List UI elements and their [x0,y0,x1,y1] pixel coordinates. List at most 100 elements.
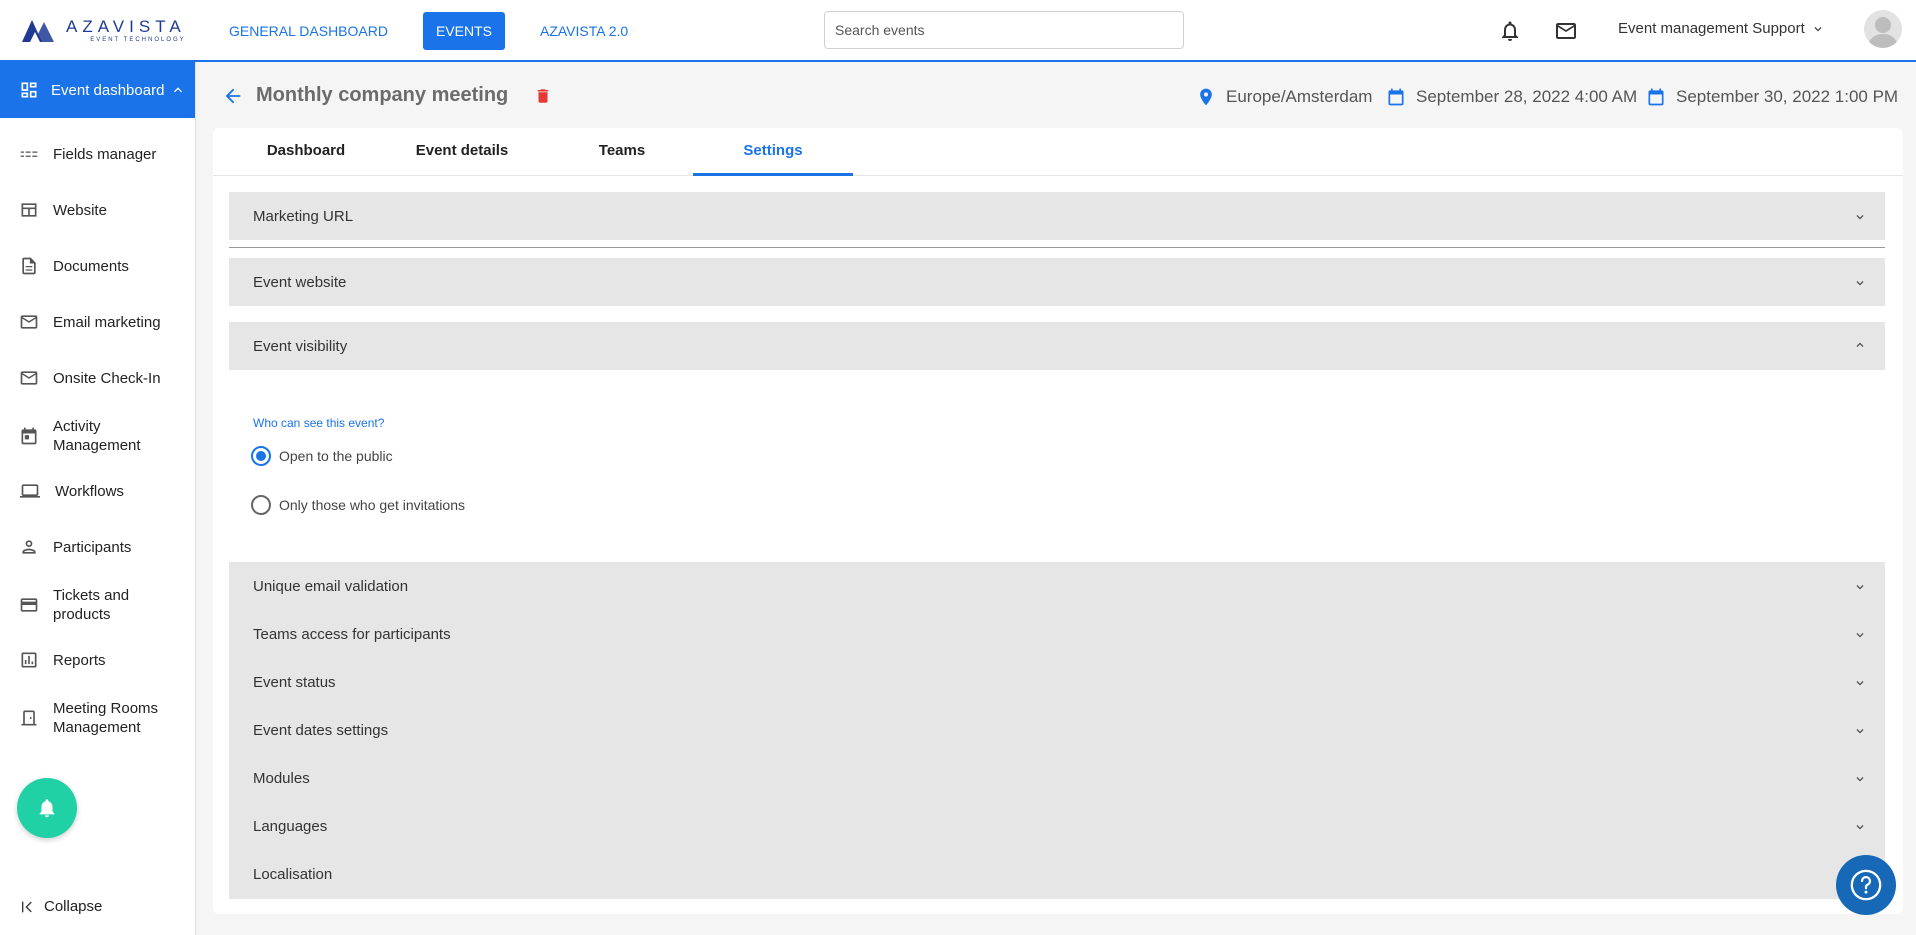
event-timezone: Europe/Amsterdam [1196,86,1372,108]
start-date-label: September 28, 2022 4:00 AM [1416,87,1638,106]
sidebar: Event dashboard Fields manager Website D… [0,62,196,935]
sidebar-item-onsite-check-in[interactable]: Onsite Check-In [0,361,196,395]
sidebar-item-meeting-rooms[interactable]: Meeting Rooms Management [0,696,196,740]
collapse-label: Collapse [44,898,103,915]
timezone-label: Europe/Amsterdam [1226,87,1373,106]
radio-button[interactable] [251,495,271,515]
section-languages[interactable]: Languages [229,802,1885,850]
fields-icon [20,151,38,157]
sidebar-event-dashboard[interactable]: Event dashboard [0,62,195,118]
collapse-button[interactable]: Collapse [20,898,102,915]
section-label: Languages [253,817,328,835]
tab-event-details[interactable]: Event details [382,128,542,176]
door-icon [21,710,37,726]
section-event-status[interactable]: Event status [229,658,1885,706]
back-arrow-icon[interactable] [222,85,244,107]
sidebar-item-documents[interactable]: Documents [0,249,196,283]
section-marketing-url[interactable]: Marketing URL [229,192,1885,240]
top-bar: AZAVISTA EVENT TECHNOLOGY GENERAL DASHBO… [0,0,1916,62]
radio-invitations-only[interactable]: Only those who get invitations [251,495,465,515]
notification-fab[interactable] [17,778,77,838]
sidebar-item-activity-management[interactable]: Activity Management [0,414,196,458]
chevron-down-icon [1856,681,1864,686]
nav-general-dashboard[interactable]: GENERAL DASHBOARD [216,12,401,50]
section-teams-access[interactable]: Teams access for participants [229,610,1885,658]
laptop-icon [20,484,40,498]
nav-events[interactable]: EVENTS [422,12,505,50]
section-label: Event website [253,273,347,291]
top-nav: GENERAL DASHBOARD EVENTS AZAVISTA 2.0 [216,12,663,50]
chevron-down-icon [1856,729,1864,734]
website-icon [21,203,37,217]
event-start-date: September 28, 2022 4:00 AM [1386,86,1637,108]
section-event-website[interactable]: Event website [229,258,1885,306]
tab-settings[interactable]: Settings [693,128,853,176]
section-label: Marketing URL [253,207,354,225]
radio-button-checked[interactable] [251,446,271,466]
chevron-down-icon [1856,825,1864,830]
mail-icon[interactable] [1554,19,1578,43]
calendar-icon [21,427,37,445]
sidebar-item-label: Workflows [55,482,124,500]
card-icon [20,598,38,612]
section-unique-email-validation[interactable]: Unique email validation [229,562,1885,610]
azavista-logo[interactable]: AZAVISTA EVENT TECHNOLOGY [22,18,186,43]
section-label: Event status [253,673,336,691]
help-button[interactable] [1836,855,1896,915]
tab-teams[interactable]: Teams [542,128,702,176]
sidebar-item-website[interactable]: Website [0,193,196,227]
radio-label: Only those who get invitations [279,497,465,513]
radio-label: Open to the public [279,448,393,464]
sidebar-item-label: Fields manager [53,145,157,163]
chevron-down-icon [1856,585,1864,590]
document-icon [22,257,36,275]
nav-azavista-2[interactable]: AZAVISTA 2.0 [527,12,641,50]
location-pin-icon [1200,88,1212,106]
sidebar-item-fields-manager[interactable]: Fields manager [0,137,196,171]
user-avatar-icon [1868,17,1898,48]
settings-card: Dashboard Event details Teams Settings M… [213,128,1903,914]
sidebar-item-tickets-and-products[interactable]: Tickets and products [0,583,196,627]
sidebar-item-email-marketing[interactable]: Email marketing [0,305,196,339]
section-event-dates-settings[interactable]: Event dates settings [229,706,1885,754]
sidebar-item-reports[interactable]: Reports [0,643,196,677]
avatar[interactable] [1864,10,1902,48]
section-label: Teams access for participants [253,625,451,643]
sidebar-item-label: Documents [53,257,129,275]
logo-name: AZAVISTA [66,17,186,36]
sidebar-item-participants[interactable]: Participants [0,530,196,564]
search-input[interactable] [824,11,1184,49]
calendar-icon [1388,88,1404,106]
delete-icon[interactable] [534,86,552,106]
collapse-icon [22,901,32,912]
section-localisation[interactable]: Localisation [229,850,1885,898]
sidebar-item-label: Website [53,201,107,219]
user-name: Event management Support [1618,20,1805,37]
radio-open-to-public[interactable]: Open to the public [251,446,393,466]
sidebar-item-workflows[interactable]: Workflows [0,474,196,508]
dashboard-icon [21,82,37,98]
event-end-date: September 30, 2022 1:00 PM [1646,86,1898,108]
logo-mark-icon [22,19,54,42]
sidebar-item-label: Tickets and products [53,587,130,623]
tab-dashboard[interactable]: Dashboard [230,128,382,176]
user-menu[interactable]: Event management Support [1618,20,1825,37]
mail-icon [20,315,38,329]
notification-bell-icon[interactable] [1498,19,1522,43]
chevron-down-icon [1856,633,1864,638]
chevron-down-icon [1856,215,1864,220]
section-event-visibility[interactable]: Event visibility [229,322,1885,370]
section-label: Unique email validation [253,577,409,595]
chevron-up-icon [1856,342,1864,347]
collapsed-sections: Unique email validation Teams access for… [229,562,1885,899]
section-modules[interactable]: Modules [229,754,1885,802]
sidebar-item-label: Participants [53,538,132,556]
sidebar-item-label: Onsite Check-In [53,369,161,387]
page-title: Monthly company meeting [256,84,509,106]
page-header: Monthly company meeting [222,84,552,107]
section-label: Event visibility [253,337,348,355]
section-label: Event dates settings [253,721,389,739]
chevron-up-icon [174,87,183,93]
divider [229,247,1885,248]
tab-bar: Dashboard Event details Teams Settings [213,128,1903,176]
